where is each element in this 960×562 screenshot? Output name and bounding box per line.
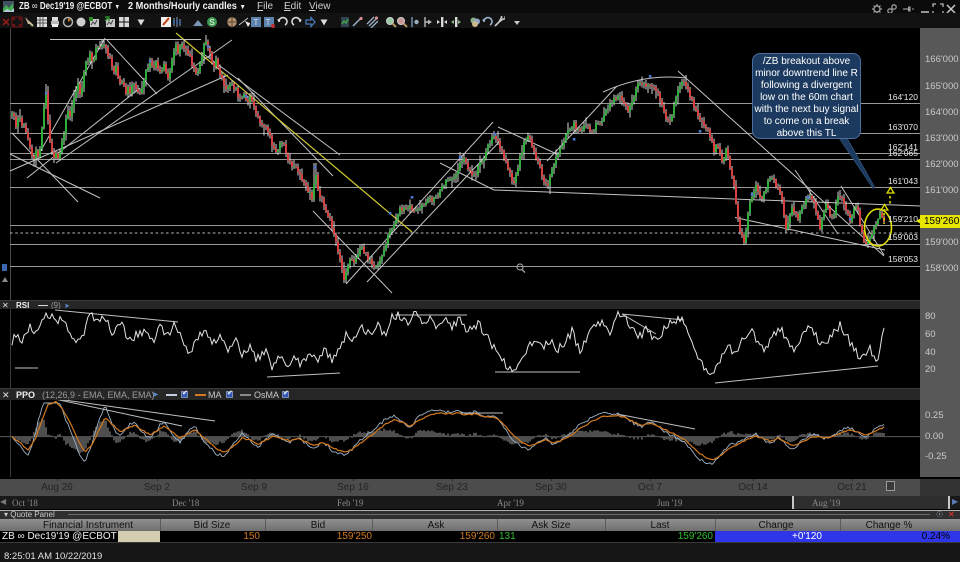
svg-text:S: S — [209, 18, 214, 27]
svg-text:T: T — [266, 18, 271, 27]
svg-text:T: T — [254, 18, 259, 27]
